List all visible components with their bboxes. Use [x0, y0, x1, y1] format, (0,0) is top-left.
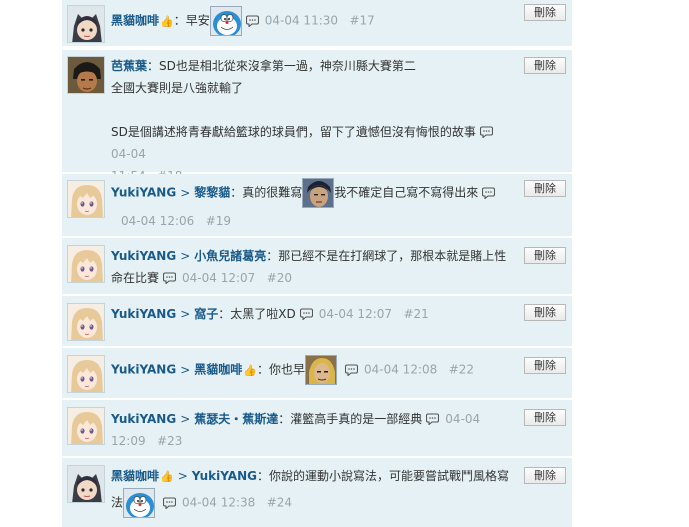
avatar[interactable] — [67, 245, 105, 283]
comment-author[interactable]: YukiYANG — [111, 363, 176, 377]
reply-target[interactable]: 窩子 — [194, 307, 218, 321]
comment-time-date: 04-04 — [445, 412, 481, 426]
comment-author[interactable]: YukiYANG — [111, 186, 176, 200]
comment-text: SD是個講述將青春獻給籃球的球員們，留下了遺憾但沒有悔恨的故事 — [111, 125, 476, 139]
avatar[interactable] — [67, 465, 105, 503]
avatar[interactable] — [67, 407, 105, 445]
delete-button[interactable]: 刪除 — [524, 409, 566, 426]
jojo-sticker — [302, 178, 335, 208]
thumbs-up-icon: 👍 — [160, 14, 174, 28]
comment-text: 法 — [111, 495, 124, 510]
avatar[interactable] — [67, 355, 105, 393]
comment-text: 你也早 — [268, 362, 305, 377]
comment-23: YukiYANG > 蕉瑟夫・蕉斯達：灌籃高手真的是一部經典 04-04 12:09 … — [62, 400, 572, 458]
comment-time: 04-04 12:38 — [182, 495, 256, 510]
comment-24: 黑貓咖啡👍 > YukiYANG：你說的運動小說寫法，可能要嘗試戰鬥風格寫 法 04-… — [62, 458, 572, 527]
comment-17: 黑貓咖啡👍：早安 04-04 11:30 #17 刪除 — [62, 0, 572, 48]
comment-22: YukiYANG > 黑貓咖啡👍：你也早 04-04 12:08 #22 刪除 — [62, 348, 572, 400]
comment-time: 04-04 12:08 — [364, 362, 438, 377]
avatar[interactable] — [67, 180, 105, 218]
speech-bubble-icon[interactable] — [163, 497, 176, 509]
comment-floor[interactable]: #20 — [267, 271, 292, 285]
reply-target[interactable]: 蕉瑟夫・蕉斯達 — [194, 412, 278, 426]
comment-text: 那已經不是在打網球了，那根本就是賭上性 — [278, 249, 507, 263]
reply-target[interactable]: 黎黎貓 — [194, 186, 230, 200]
speech-bubble-icon[interactable] — [345, 364, 358, 376]
comment-author[interactable]: YukiYANG — [111, 412, 176, 426]
comment-floor[interactable]: #23 — [157, 434, 182, 448]
speech-bubble-icon[interactable] — [246, 15, 259, 27]
avatar[interactable] — [67, 303, 105, 341]
comment-time: 04-04 12:07 — [182, 271, 256, 285]
thumbs-up-icon: 👍 — [160, 470, 174, 483]
avatar[interactable] — [67, 5, 105, 43]
delete-button[interactable]: 刪除 — [524, 57, 566, 74]
comment-text: 早安 — [185, 13, 210, 28]
comment-time: 04-04 12:06 — [121, 214, 195, 228]
speech-bubble-icon[interactable] — [426, 413, 439, 425]
comment-text: 你說的運動小說寫法，可能要嘗試戰鬥風格寫 — [268, 469, 509, 483]
avatar[interactable] — [67, 56, 105, 94]
delete-button[interactable]: 刪除 — [524, 247, 566, 264]
comment-author[interactable]: 黑貓咖啡 — [111, 469, 159, 483]
speech-bubble-icon[interactable] — [163, 272, 176, 284]
doraemon-sticker — [123, 488, 156, 518]
delete-button[interactable]: 刪除 — [524, 180, 566, 197]
comment-author[interactable]: 黑貓咖啡 — [111, 14, 159, 28]
comment-floor[interactable]: #21 — [403, 307, 428, 321]
reply-target[interactable]: YukiYANG — [192, 469, 257, 483]
comment-20: YukiYANG > 小魚兒諸葛亮：那已經不是在打網球了，那根本就是賭上性 命在比賽… — [62, 238, 572, 296]
comment-text: 命在比賽 — [111, 271, 160, 285]
reply-target[interactable]: 小魚兒諸葛亮 — [194, 249, 266, 263]
comment-18: 芭蕉葉：SD也是相北從來沒拿第一過，神奈川縣大賽第二 全國大賽則是八強就輸了 S… — [62, 50, 572, 183]
speech-bubble-icon[interactable] — [480, 126, 493, 138]
delete-button[interactable]: 刪除 — [524, 304, 566, 321]
dio-sticker — [305, 355, 337, 385]
doraemon-sticker — [209, 6, 242, 36]
delete-button[interactable]: 刪除 — [524, 4, 566, 21]
comment-text: 太黑了啦XD — [230, 307, 296, 321]
comment-time-date: 04-04 — [111, 147, 146, 161]
comment-text: 真的很難寫 — [242, 185, 303, 200]
comment-floor[interactable]: #22 — [449, 363, 474, 377]
comment-floor[interactable]: #24 — [267, 496, 292, 510]
thumbs-up-icon: 👍 — [243, 363, 257, 377]
comment-floor[interactable]: #19 — [206, 214, 231, 228]
speech-bubble-icon[interactable] — [482, 187, 495, 199]
comment-author[interactable]: YukiYANG — [111, 249, 176, 263]
comment-time-clock: 12:09 — [111, 434, 146, 448]
comment-text: 全國大賽則是八強就輸了 — [111, 81, 244, 95]
comment-text: SD也是相北從來沒拿第一過，神奈川縣大賽第二 — [159, 59, 416, 73]
comment-text: 我不確定自己寫不寫得出來 — [334, 185, 479, 200]
comment-author[interactable]: 芭蕉葉 — [111, 59, 147, 73]
comment-author[interactable]: YukiYANG — [111, 307, 176, 321]
reply-target[interactable]: 黑貓咖啡 — [194, 363, 242, 377]
delete-button[interactable]: 刪除 — [524, 357, 566, 374]
comment-19: YukiYANG > 黎黎貓：真的很難寫 我不確定自己寫不寫得出來 04-04 12:… — [62, 174, 572, 238]
comment-time: 04-04 11:30 — [264, 13, 339, 28]
speech-bubble-icon[interactable] — [300, 308, 313, 320]
comment-floor[interactable]: #17 — [349, 14, 374, 28]
comment-21: YukiYANG > 窩子：太黑了啦XD 04-04 12:07 #21 刪除 — [62, 296, 572, 348]
comment-time: 04-04 12:07 — [318, 307, 393, 321]
comment-text: 灌籃高手真的是一部經典 — [290, 412, 423, 426]
delete-button[interactable]: 刪除 — [524, 467, 566, 484]
